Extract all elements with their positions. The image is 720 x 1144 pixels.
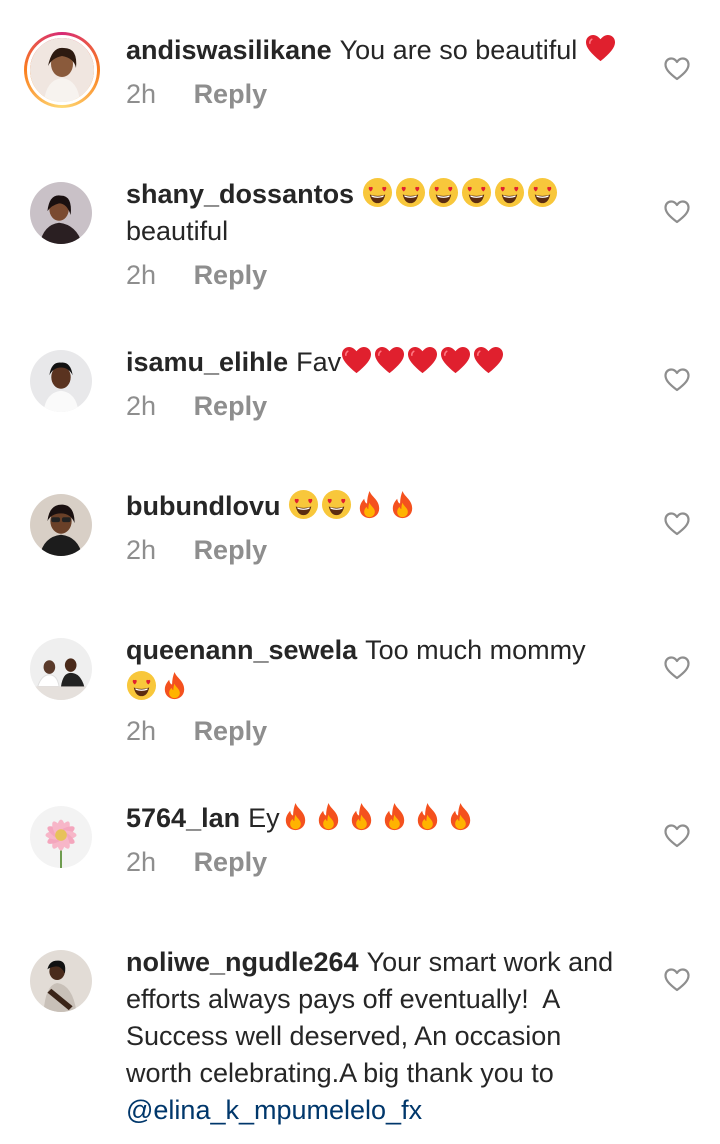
fire-emoji <box>387 489 418 520</box>
comment-text: Fav <box>296 347 342 377</box>
heart-eyes-emoji <box>395 177 426 208</box>
comment-text: Too much mommy <box>365 635 586 665</box>
heart-eyes-emoji <box>527 177 558 208</box>
comment-text: You are so beautiful <box>339 35 578 65</box>
heart-eyes-emoji <box>126 670 157 701</box>
avatar[interactable] <box>27 35 97 105</box>
comment-username[interactable]: shany_dossantos <box>126 179 354 209</box>
comment-username[interactable]: noliwe_ngudle264 <box>126 947 359 977</box>
like-heart-icon[interactable] <box>664 367 690 393</box>
heart-eyes-emoji <box>321 489 352 520</box>
comment-text: beautiful <box>126 216 229 246</box>
comment-username[interactable]: queenann_sewela <box>126 635 357 665</box>
comment-timestamp: 2h <box>126 260 157 290</box>
avatar[interactable] <box>30 950 92 1012</box>
like-heart-icon[interactable] <box>664 56 690 82</box>
mention-link[interactable]: @elina_k_mpumelelo_fx <box>126 1095 422 1125</box>
avatar[interactable] <box>30 350 92 412</box>
heart-eyes-emoji <box>494 177 525 208</box>
fire-emoji <box>412 801 443 832</box>
like-heart-icon[interactable] <box>664 655 690 681</box>
avatar-story-ring[interactable] <box>24 32 100 108</box>
comment-text-line: worth celebrating.A big thank you to <box>126 1058 554 1088</box>
heart-eyes-emoji <box>461 177 492 208</box>
comment-timestamp: 2h <box>126 391 157 421</box>
comment-username[interactable]: 5764_lan <box>126 803 240 833</box>
red-heart-emoji <box>341 345 372 376</box>
like-heart-icon[interactable] <box>664 823 690 849</box>
comment-text-line: efforts always pays off eventually! A <box>126 984 561 1014</box>
comment-username[interactable]: isamu_elihle <box>126 347 288 377</box>
red-heart-emoji <box>407 345 438 376</box>
avatar[interactable] <box>30 806 92 868</box>
reply-button[interactable]: Reply <box>194 391 268 421</box>
like-heart-icon[interactable] <box>664 511 690 537</box>
fire-emoji <box>346 801 377 832</box>
fire-emoji <box>354 489 385 520</box>
avatar[interactable] <box>30 494 92 556</box>
like-heart-icon[interactable] <box>664 967 690 993</box>
fire-emoji <box>379 801 410 832</box>
reply-button[interactable]: Reply <box>194 260 268 290</box>
comment-username[interactable]: andiswasilikane <box>126 35 332 65</box>
comment-text-line: Your smart work and <box>366 947 614 977</box>
comment-timestamp: 2h <box>126 535 157 565</box>
avatar[interactable] <box>30 182 92 244</box>
avatar[interactable] <box>30 638 92 700</box>
red-heart-emoji <box>374 345 405 376</box>
comment-timestamp: 2h <box>126 79 157 109</box>
heart-eyes-emoji <box>428 177 459 208</box>
comment-text: Ey <box>248 803 280 833</box>
reply-button[interactable]: Reply <box>194 79 268 109</box>
like-heart-icon[interactable] <box>664 199 690 225</box>
fire-emoji <box>313 801 344 832</box>
heart-eyes-emoji <box>362 177 393 208</box>
reply-button[interactable]: Reply <box>194 847 268 877</box>
comment-timestamp: 2h <box>126 716 157 746</box>
red-heart-emoji <box>440 345 471 376</box>
reply-button[interactable]: Reply <box>194 535 268 565</box>
fire-emoji <box>445 801 476 832</box>
reply-button[interactable]: Reply <box>194 716 268 746</box>
comment-timestamp: 2h <box>126 847 157 877</box>
fire-emoji <box>280 801 311 832</box>
red-heart-emoji <box>585 33 616 64</box>
comment-text-line: Success well deserved, An occasion <box>126 1021 562 1051</box>
heart-eyes-emoji <box>288 489 319 520</box>
red-heart-emoji <box>473 345 504 376</box>
fire-emoji <box>159 670 190 701</box>
comment-username[interactable]: bubundlovu <box>126 491 280 521</box>
